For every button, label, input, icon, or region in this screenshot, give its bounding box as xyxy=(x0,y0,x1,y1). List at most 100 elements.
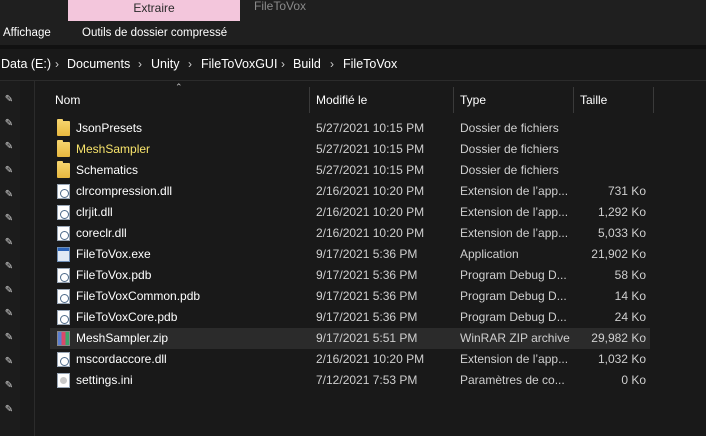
tab-affichage[interactable]: Affichage xyxy=(3,21,51,45)
file-modified: 9/17/2021 5:36 PM xyxy=(316,310,418,324)
column-divider[interactable] xyxy=(453,87,454,113)
file-row[interactable]: coreclr.dll 2/16/2021 10:20 PM Extension… xyxy=(50,223,650,244)
column-header-type[interactable]: Type xyxy=(460,87,486,113)
file-type: Program Debug D... xyxy=(460,310,567,324)
file-row[interactable]: JsonPresets 5/27/2021 10:15 PM Dossier d… xyxy=(50,118,650,139)
pin-icon[interactable]: ✎ xyxy=(3,285,15,297)
pin-icon[interactable]: ✎ xyxy=(3,141,15,153)
quick-access-pane: ✎ ✎ ✎ ✎ ✎ ✎ ✎ ✎ ✎ ✎ ✎ ✎ ✎ ✎ xyxy=(0,81,20,436)
dll-icon xyxy=(57,205,70,220)
file-name: clrjit.dll xyxy=(76,205,113,219)
breadcrumb-drive[interactable]: Data (E:) xyxy=(1,49,51,80)
column-header-size[interactable]: Taille xyxy=(580,87,607,113)
sort-up-icon: ⌃ xyxy=(175,82,183,92)
file-row[interactable]: FileToVox.pdb 9/17/2021 5:36 PM Program … xyxy=(50,265,650,286)
address-bar[interactable]: Data (E:) › Documents › Unity › FileToVo… xyxy=(0,49,706,80)
pdb-icon xyxy=(57,268,70,283)
pin-icon[interactable]: ✎ xyxy=(3,380,15,392)
file-row[interactable]: FileToVoxCommon.pdb 9/17/2021 5:36 PM Pr… xyxy=(50,286,650,307)
pin-icon[interactable]: ✎ xyxy=(3,165,15,177)
file-type: Program Debug D... xyxy=(460,268,567,282)
zip-archive-icon xyxy=(57,331,70,346)
breadcrumb-documents[interactable]: Documents xyxy=(67,49,130,80)
pin-icon[interactable]: ✎ xyxy=(3,308,15,320)
file-type: Extension de l’app... xyxy=(460,352,569,366)
file-modified: 9/17/2021 5:36 PM xyxy=(316,268,418,282)
breadcrumb-build[interactable]: Build xyxy=(293,49,321,80)
breadcrumb-filetovox[interactable]: FileToVox xyxy=(343,49,397,80)
column-header-name[interactable]: Nom xyxy=(55,87,80,113)
pdb-icon xyxy=(57,310,70,325)
file-modified: 9/17/2021 5:36 PM xyxy=(316,247,418,261)
file-name: mscordaccore.dll xyxy=(76,352,167,366)
file-modified: 9/17/2021 5:51 PM xyxy=(316,331,418,345)
ribbon-tabs: Affichage Outils de dossier compressé xyxy=(0,21,706,45)
file-row[interactable]: FileToVox.exe 9/17/2021 5:36 PM Applicat… xyxy=(50,244,650,265)
tab-outils-dossier-compresse[interactable]: Outils de dossier compressé xyxy=(82,21,227,45)
chevron-right-icon[interactable]: › xyxy=(330,49,334,80)
file-type: Extension de l’app... xyxy=(460,226,569,240)
file-type: Dossier de fichiers xyxy=(460,142,559,156)
column-header-modified[interactable]: Modifié le xyxy=(316,87,367,113)
file-size xyxy=(576,160,646,181)
pin-icon[interactable]: ✎ xyxy=(3,189,15,201)
file-size xyxy=(576,118,646,139)
file-row[interactable]: settings.ini 7/12/2021 7:53 PM Paramètre… xyxy=(50,370,650,391)
file-size: 24 Ko xyxy=(614,310,646,324)
application-icon xyxy=(57,247,70,262)
chevron-right-icon[interactable]: › xyxy=(281,49,285,80)
pin-icon[interactable]: ✎ xyxy=(3,118,15,130)
breadcrumb-unity[interactable]: Unity xyxy=(151,49,179,80)
pin-icon[interactable]: ✎ xyxy=(3,213,15,225)
pin-icon[interactable]: ✎ xyxy=(3,404,15,416)
file-row-selected[interactable]: MeshSampler.zip 9/17/2021 5:51 PM WinRAR… xyxy=(50,328,650,349)
file-type: Application xyxy=(460,247,519,261)
file-row[interactable]: FileToVoxCore.pdb 9/17/2021 5:36 PM Prog… xyxy=(50,307,650,328)
file-size xyxy=(576,139,646,160)
chevron-right-icon[interactable]: › xyxy=(55,49,59,80)
file-size: 29,982 Ko xyxy=(591,331,646,345)
file-modified: 2/16/2021 10:20 PM xyxy=(316,205,425,219)
file-name: Schematics xyxy=(76,163,139,177)
file-modified: 5/27/2021 10:15 PM xyxy=(316,121,425,135)
tab-extraire[interactable]: Extraire xyxy=(68,0,240,21)
pdb-icon xyxy=(57,289,70,304)
dll-icon xyxy=(57,226,70,241)
file-row[interactable]: clrjit.dll 2/16/2021 10:20 PM Extension … xyxy=(50,202,650,223)
breadcrumb-filetovoxgui[interactable]: FileToVoxGUI xyxy=(201,49,277,80)
file-name: JsonPresets xyxy=(76,121,143,135)
pin-icon[interactable]: ✎ xyxy=(3,237,15,249)
chevron-right-icon[interactable]: › xyxy=(138,49,142,80)
file-row[interactable]: clrcompression.dll 2/16/2021 10:20 PM Ex… xyxy=(50,181,650,202)
file-modified: 2/16/2021 10:20 PM xyxy=(316,226,425,240)
pin-icon[interactable]: ✎ xyxy=(3,261,15,273)
file-name: MeshSampler.zip xyxy=(76,331,169,345)
file-name: FileToVoxCore.pdb xyxy=(76,310,178,324)
pin-icon[interactable]: ✎ xyxy=(3,332,15,344)
file-row[interactable]: MeshSampler 5/27/2021 10:15 PM Dossier d… xyxy=(50,139,650,160)
file-size: 58 Ko xyxy=(614,268,646,282)
file-size: 1,032 Ko xyxy=(597,352,646,366)
chevron-right-icon[interactable]: › xyxy=(188,49,192,80)
file-size: 5,033 Ko xyxy=(597,226,646,240)
folder-icon xyxy=(57,161,70,178)
address-divider xyxy=(0,80,706,81)
column-divider[interactable] xyxy=(309,87,310,113)
file-row[interactable]: mscordaccore.dll 2/16/2021 10:20 PM Exte… xyxy=(50,349,650,370)
column-divider[interactable] xyxy=(573,87,574,113)
pin-icon[interactable]: ✎ xyxy=(3,356,15,368)
column-divider[interactable] xyxy=(653,87,654,113)
dll-icon xyxy=(57,352,70,367)
ribbon-title-bar: Extraire FileToVox xyxy=(0,0,706,21)
file-modified: 7/12/2021 7:53 PM xyxy=(316,373,418,387)
window-title: FileToVox xyxy=(254,0,307,13)
file-row[interactable]: Schematics 5/27/2021 10:15 PM Dossier de… xyxy=(50,160,650,181)
file-modified: 9/17/2021 5:36 PM xyxy=(316,289,418,303)
dll-icon xyxy=(57,184,70,199)
file-type: Paramètres de co... xyxy=(460,373,565,387)
file-name: FileToVoxCommon.pdb xyxy=(76,289,201,303)
file-name: coreclr.dll xyxy=(76,226,127,240)
file-type: Dossier de fichiers xyxy=(460,163,559,177)
file-size: 14 Ko xyxy=(614,289,646,303)
pin-icon[interactable]: ✎ xyxy=(3,94,15,106)
